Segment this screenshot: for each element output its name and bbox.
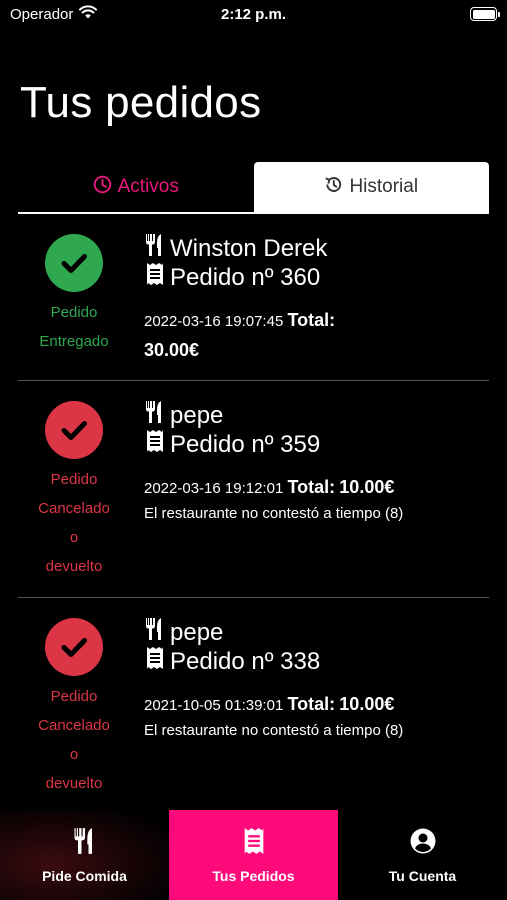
order-info: pepe Pedido nº 338 2021-10-05 01:39:01 T… bbox=[144, 618, 489, 739]
status-line: o bbox=[69, 529, 79, 546]
receipt-icon bbox=[144, 262, 166, 293]
check-circle-icon bbox=[45, 618, 103, 676]
status-line: Entregado bbox=[39, 333, 109, 350]
order-status-text: Pedido Entregado bbox=[39, 298, 108, 356]
nav-tus-pedidos-label: Tus Pedidos bbox=[212, 867, 295, 884]
account-icon bbox=[410, 827, 436, 858]
order-note: El restaurante no contestó a tiempo (8) bbox=[144, 505, 404, 522]
cutlery-icon bbox=[72, 827, 98, 858]
status-line: o bbox=[69, 746, 79, 763]
wifi-icon bbox=[79, 5, 98, 23]
order-datetime: 2022-03-16 19:12:01 bbox=[144, 480, 284, 497]
nav-pide-comida-label: Pide Comida bbox=[42, 867, 127, 884]
nav-pide-comida[interactable]: Pide Comida bbox=[0, 810, 169, 900]
status-line: devuelto bbox=[45, 558, 103, 575]
tab-activos[interactable]: Activos bbox=[18, 162, 254, 212]
status-right bbox=[470, 7, 500, 21]
cutlery-icon bbox=[144, 617, 166, 648]
tab-historial-label: Historial bbox=[349, 176, 419, 197]
status-bar: Operador 2:12 p.m. bbox=[0, 0, 507, 28]
total-label: Total: bbox=[287, 310, 336, 330]
status-line: devuelto bbox=[45, 775, 103, 792]
status-line: Pedido bbox=[50, 304, 98, 321]
tab-historial[interactable]: Historial bbox=[253, 162, 489, 212]
bottom-nav: Pide Comida Tus Pedidos Tu Cuenta bbox=[0, 810, 507, 900]
order-meta: 2022-03-16 19:07:45 Total: 30.00€ bbox=[144, 306, 489, 366]
order-number-line: Pedido nº 338 bbox=[144, 647, 489, 676]
order-number: Pedido nº 360 bbox=[170, 263, 321, 291]
order-number-line: Pedido nº 359 bbox=[144, 430, 489, 459]
cutlery-icon bbox=[144, 400, 166, 431]
page-title: Tus pedidos bbox=[20, 78, 262, 127]
order-number-line: Pedido nº 360 bbox=[144, 263, 489, 292]
order-item[interactable]: Pedido Entregado Winston Derek Pedido nº… bbox=[18, 214, 489, 381]
order-note: El restaurante no contestó a tiempo (8) bbox=[144, 722, 404, 739]
nav-tu-cuenta[interactable]: Tu Cuenta bbox=[338, 810, 507, 900]
total-value: 10.00€ bbox=[339, 477, 395, 497]
order-number: Pedido nº 338 bbox=[170, 647, 321, 675]
order-status-text: Pedido Cancelado o devuelto bbox=[38, 682, 110, 798]
total-value: 10.00€ bbox=[339, 694, 395, 714]
status-line: Cancelado bbox=[38, 717, 110, 734]
order-status: Pedido Cancelado o devuelto bbox=[18, 401, 130, 581]
battery-icon bbox=[470, 7, 500, 21]
restaurant-name: pepe bbox=[170, 401, 224, 429]
order-meta: 2022-03-16 19:12:01 Total: 10.00€ bbox=[144, 473, 489, 503]
order-info: Winston Derek Pedido nº 360 2022-03-16 1… bbox=[144, 234, 489, 366]
order-item[interactable]: Pedido Cancelado o devuelto pepe Pedido … bbox=[18, 598, 489, 813]
history-icon bbox=[324, 175, 343, 200]
cutlery-icon bbox=[144, 233, 166, 264]
restaurant-name: pepe bbox=[170, 618, 224, 646]
receipt-icon bbox=[241, 827, 267, 858]
order-status: Pedido Entregado bbox=[18, 234, 130, 356]
order-datetime: 2021-10-05 01:39:01 bbox=[144, 697, 284, 714]
status-line: Pedido bbox=[50, 471, 98, 488]
restaurant-line: pepe bbox=[144, 618, 489, 647]
clock-icon bbox=[93, 175, 112, 200]
receipt-icon bbox=[144, 646, 166, 677]
status-left: Operador bbox=[10, 5, 98, 23]
orders-list: Pedido Entregado Winston Derek Pedido nº… bbox=[18, 214, 489, 813]
order-number: Pedido nº 359 bbox=[170, 430, 321, 458]
restaurant-name: Winston Derek bbox=[170, 234, 328, 262]
order-status: Pedido Cancelado o devuelto bbox=[18, 618, 130, 798]
nav-tu-cuenta-label: Tu Cuenta bbox=[388, 867, 457, 884]
order-meta: 2021-10-05 01:39:01 Total: 10.00€ bbox=[144, 690, 489, 720]
total-label: Total: bbox=[287, 694, 336, 714]
carrier-label: Operador bbox=[10, 5, 74, 23]
total-value: 30.00€ bbox=[144, 340, 200, 360]
order-status-text: Pedido Cancelado o devuelto bbox=[38, 465, 110, 581]
status-line: Pedido bbox=[50, 688, 98, 705]
status-line: Cancelado bbox=[38, 500, 110, 517]
tab-activos-label: Activos bbox=[117, 176, 179, 197]
check-circle-icon bbox=[45, 401, 103, 459]
order-item[interactable]: Pedido Cancelado o devuelto pepe Pedido … bbox=[18, 381, 489, 598]
total-label: Total: bbox=[287, 477, 336, 497]
order-tabs: Activos Historial bbox=[18, 162, 489, 214]
check-circle-icon bbox=[45, 234, 103, 292]
receipt-icon bbox=[144, 429, 166, 460]
order-info: pepe Pedido nº 359 2022-03-16 19:12:01 T… bbox=[144, 401, 489, 522]
restaurant-line: pepe bbox=[144, 401, 489, 430]
order-datetime: 2022-03-16 19:07:45 bbox=[144, 313, 284, 330]
nav-tus-pedidos[interactable]: Tus Pedidos bbox=[169, 810, 338, 900]
restaurant-line: Winston Derek bbox=[144, 234, 489, 263]
